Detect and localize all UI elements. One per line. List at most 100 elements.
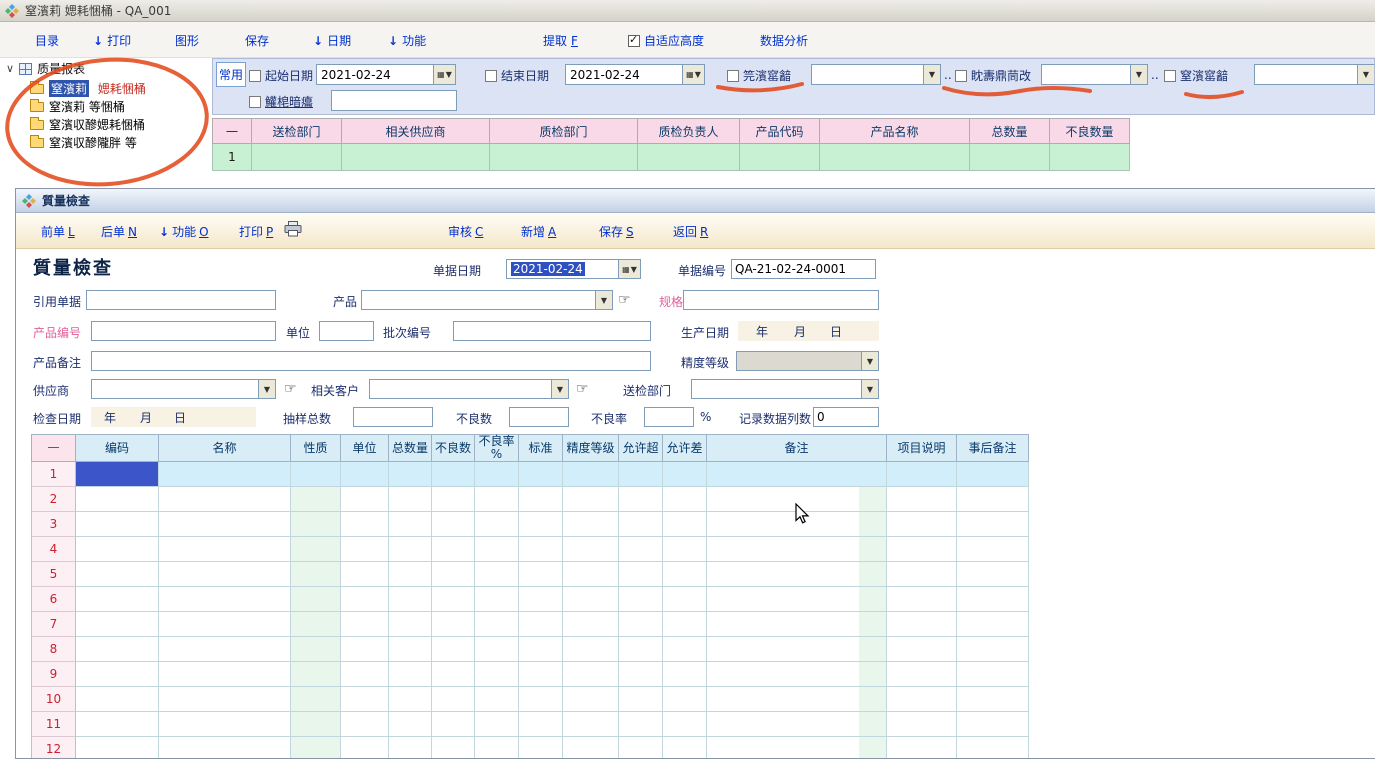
ref-bill-input[interactable] <box>86 290 276 310</box>
grid-cell[interactable] <box>389 637 432 662</box>
precision-dropdown[interactable]: ▼ <box>736 351 879 371</box>
grid-cell[interactable] <box>707 462 887 487</box>
grid-cell[interactable] <box>76 512 159 537</box>
grid-cell[interactable] <box>563 512 619 537</box>
grid-cell[interactable] <box>341 487 389 512</box>
menu-item-extract[interactable]: 提取F <box>543 32 578 49</box>
grid-cell[interactable] <box>707 487 887 512</box>
grid-cell[interactable] <box>887 587 957 612</box>
start-date-checkbox[interactable]: 起始日期 <box>249 67 313 84</box>
grid-column-header[interactable]: 一 <box>31 434 76 462</box>
return-button[interactable]: 返回R <box>673 223 708 240</box>
grid-cell[interactable] <box>663 662 707 687</box>
grid-cell[interactable] <box>76 687 159 712</box>
grid-cell[interactable] <box>519 562 563 587</box>
menu-item-date[interactable]: ↓日期 <box>313 32 351 49</box>
grid-cell[interactable] <box>619 662 663 687</box>
grid-cell[interactable] <box>957 537 1029 562</box>
grid-cell[interactable] <box>76 637 159 662</box>
menu-item-function[interactable]: ↓功能 <box>388 32 426 49</box>
grid-cell[interactable] <box>159 737 291 759</box>
report-column-header[interactable]: 一 <box>212 118 252 144</box>
grid-cell[interactable] <box>389 537 432 562</box>
dropdown-arrow-icon[interactable]: ▼ <box>595 291 612 309</box>
grid-cell[interactable] <box>519 712 563 737</box>
grid-cell[interactable] <box>159 512 291 537</box>
grid-cell[interactable] <box>519 537 563 562</box>
prod-date-input[interactable]: 年 月 日 <box>738 321 879 341</box>
calendar-dropdown-button[interactable]: ▦▼ <box>618 260 640 278</box>
grid-column-header[interactable]: 允许差 <box>663 434 707 462</box>
grid-cell[interactable] <box>76 537 159 562</box>
grid-cell[interactable] <box>707 687 887 712</box>
grid-column-header[interactable]: 项目说明 <box>887 434 957 462</box>
defect-rate-input[interactable] <box>644 407 694 427</box>
grid-cell[interactable] <box>663 737 707 759</box>
dropdown-arrow-icon[interactable]: ▼ <box>861 380 878 398</box>
grid-cell[interactable] <box>563 737 619 759</box>
grid-column-header[interactable]: 单位 <box>341 434 389 462</box>
grid-cell[interactable] <box>341 562 389 587</box>
grid-cell[interactable] <box>563 537 619 562</box>
grid-cell[interactable] <box>519 512 563 537</box>
grid-cell[interactable] <box>432 712 475 737</box>
grid-cell[interactable] <box>663 612 707 637</box>
grid-cell[interactable] <box>957 562 1029 587</box>
grid-cell[interactable] <box>663 562 707 587</box>
grid-cell[interactable] <box>76 487 159 512</box>
grid-cell[interactable] <box>341 687 389 712</box>
check-date-input[interactable]: 年 月 日 <box>91 407 256 427</box>
grid-column-header[interactable]: 性质 <box>291 434 341 462</box>
grid-cell[interactable] <box>389 487 432 512</box>
grid-row-number[interactable]: 3 <box>31 512 76 537</box>
grid-cell[interactable] <box>291 512 341 537</box>
grid-cell[interactable] <box>76 587 159 612</box>
grid-cell[interactable] <box>159 687 291 712</box>
grid-cell[interactable] <box>389 662 432 687</box>
grid-cell[interactable] <box>563 637 619 662</box>
grid-cell[interactable] <box>291 612 341 637</box>
grid-cell[interactable] <box>519 612 563 637</box>
grid-cell[interactable] <box>341 662 389 687</box>
grid-cell[interactable] <box>159 537 291 562</box>
grid-cell[interactable] <box>707 562 887 587</box>
grid-cell[interactable] <box>519 462 563 487</box>
grid-cell[interactable] <box>475 612 519 637</box>
supplier-dropdown[interactable]: ▼ <box>91 379 276 399</box>
grid-cell[interactable] <box>887 487 957 512</box>
grid-cell[interactable] <box>389 587 432 612</box>
tree-item[interactable]: 窒濱莉 等悃桶 <box>30 97 146 115</box>
grid-cell[interactable] <box>159 637 291 662</box>
grid-cell[interactable] <box>432 612 475 637</box>
grid-cell[interactable] <box>619 737 663 759</box>
product-no-input[interactable] <box>91 321 276 341</box>
product-picker-hand-icon[interactable]: ☞ <box>618 291 631 309</box>
grid-cell[interactable] <box>563 612 619 637</box>
grid-cell[interactable] <box>159 712 291 737</box>
grid-column-header[interactable]: 精度等级 <box>563 434 619 462</box>
grid-cell[interactable] <box>341 612 389 637</box>
start-date-input[interactable]: 2021-02-24▦▼ <box>316 64 456 85</box>
grid-cell[interactable] <box>389 737 432 759</box>
supplier-picker-hand-icon[interactable]: ☞ <box>284 380 297 398</box>
grid-cell[interactable] <box>563 462 619 487</box>
function-menu-button[interactable]: ↓功能O <box>159 223 209 240</box>
spec-input[interactable] <box>683 290 879 310</box>
grid-cell[interactable] <box>663 587 707 612</box>
grid-cell[interactable] <box>957 612 1029 637</box>
grid-cell[interactable] <box>619 512 663 537</box>
grid-cell[interactable] <box>341 587 389 612</box>
record-cols-input[interactable]: 0 <box>813 407 879 427</box>
dropdown-arrow-icon[interactable]: ▼ <box>1357 65 1374 84</box>
menu-item-print[interactable]: ↓打印 <box>93 32 131 49</box>
grid-cell[interactable] <box>475 587 519 612</box>
filter6-checkbox[interactable]: 鱹梍暗癟 <box>249 93 313 110</box>
end-date-checkbox[interactable]: 结束日期 <box>485 67 549 84</box>
prev-bill-button[interactable]: 前单L <box>41 223 75 240</box>
grid-cell[interactable] <box>957 487 1029 512</box>
report-cell[interactable] <box>740 144 820 171</box>
report-cell[interactable] <box>1050 144 1130 171</box>
report-cell[interactable] <box>820 144 970 171</box>
grid-cell[interactable] <box>432 562 475 587</box>
report-cell[interactable] <box>970 144 1050 171</box>
